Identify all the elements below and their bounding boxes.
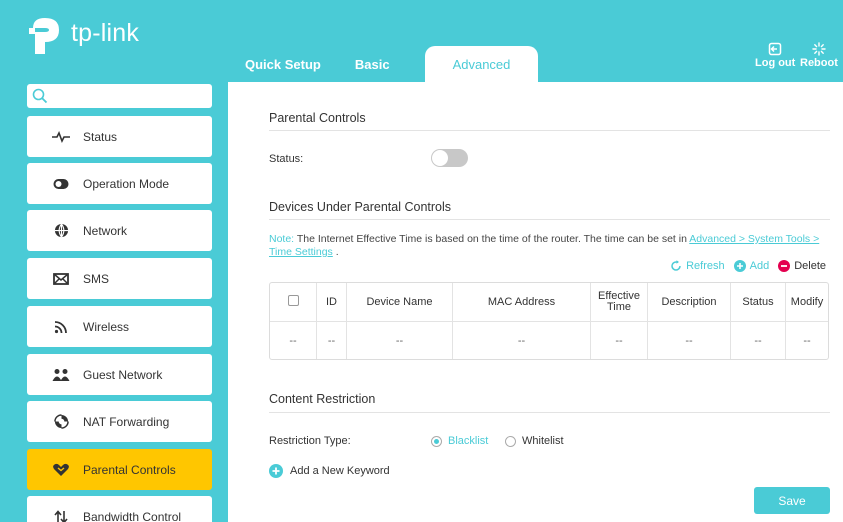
col-device-name: Device Name — [347, 283, 453, 322]
whitelist-radio[interactable]: Whitelist — [505, 435, 564, 447]
time-note: Note: The Internet Effective Time is bas… — [269, 233, 834, 259]
tp-link-logo: tp-link — [27, 16, 139, 56]
sidebar-item-bandwidth-control[interactable]: Bandwidth Control — [27, 496, 212, 522]
sidebar-item-wireless[interactable]: Wireless — [27, 306, 212, 347]
refresh-label: Refresh — [686, 260, 725, 272]
toggle-icon — [51, 176, 71, 192]
envelope-icon — [51, 271, 71, 287]
reboot-label: Reboot — [800, 57, 838, 69]
sidebar-item-network[interactable]: Network — [27, 210, 212, 251]
sidebar-search-input[interactable] — [27, 84, 212, 108]
sidebar-item-label: NAT Forwarding — [83, 414, 170, 429]
section-title-devices: Devices Under Parental Controls — [269, 200, 452, 214]
sidebar-item-parental-controls[interactable]: Parental Controls — [27, 449, 212, 490]
save-button[interactable]: Save — [754, 487, 830, 514]
col-mac-address: MAC Address — [453, 283, 591, 322]
sidebar-item-label: Parental Controls — [83, 462, 176, 477]
tab-quick-setup[interactable]: Quick Setup — [228, 46, 338, 82]
sidebar-item-label: Network — [83, 223, 128, 238]
delete-label: Delete — [794, 260, 826, 272]
refresh-icon — [671, 260, 681, 271]
table-cell: -- — [648, 322, 731, 359]
tab-advanced[interactable]: Advanced — [424, 46, 539, 82]
restriction-type-label: Restriction Type: — [269, 435, 351, 447]
heart-shield-icon — [51, 462, 71, 478]
toggle-knob — [432, 150, 448, 166]
blacklist-radio[interactable]: Blacklist — [431, 435, 488, 447]
parental-status-toggle[interactable] — [431, 149, 468, 167]
radio-dot — [505, 435, 516, 447]
status-label: Status: — [269, 153, 304, 165]
col-effective-time: Effective Time — [591, 283, 648, 322]
reboot-icon — [812, 42, 826, 56]
radio-dot — [431, 435, 442, 447]
sidebar-item-label: Operation Mode — [83, 176, 170, 191]
table-cell: -- — [591, 322, 648, 359]
nat-icon — [51, 414, 71, 430]
top-header: tp-link Quick Setup Basic Advanced Log o… — [0, 0, 843, 82]
add-keyword-button[interactable]: Add a New Keyword — [269, 464, 390, 478]
sidebar-item-label: SMS — [83, 271, 110, 286]
logo-text: tp-link — [71, 18, 140, 47]
globe-icon — [51, 223, 71, 239]
sidebar-item-status[interactable]: Status — [27, 116, 212, 157]
sidebar-item-sms[interactable]: SMS — [27, 258, 212, 299]
add-keyword-label: Add a New Keyword — [290, 465, 390, 477]
wifi-icon — [51, 319, 71, 335]
section-divider — [269, 219, 830, 220]
table-cell: -- — [803, 334, 811, 347]
table-header-row: ID Device Name MAC Address Effective Tim… — [270, 283, 828, 322]
section-title-content-restriction: Content Restriction — [269, 392, 376, 406]
tab-basic[interactable]: Basic — [338, 46, 407, 82]
col-id: ID — [317, 283, 347, 322]
sidebar-item-label: Wireless — [83, 319, 130, 334]
pulse-icon — [51, 129, 71, 145]
section-divider — [269, 412, 830, 413]
delete-button[interactable]: Delete — [778, 260, 826, 272]
table-cell: -- — [317, 322, 347, 359]
refresh-button[interactable]: Refresh — [670, 260, 725, 272]
sidebar-item-operation-mode[interactable]: Operation Mode — [27, 163, 212, 204]
tp-link-logo-mark — [29, 18, 59, 54]
col-description: Description — [648, 283, 731, 322]
section-divider — [269, 130, 830, 131]
search-icon — [32, 88, 48, 104]
col-status: Status — [731, 283, 786, 322]
table-cell: -- — [347, 322, 453, 359]
guests-icon — [51, 367, 71, 383]
select-all-checkbox[interactable] — [287, 295, 299, 306]
note-end: . — [335, 246, 339, 258]
table-row: -- -- -- -- -- -- -- -- — [270, 322, 828, 359]
delete-circle-icon — [778, 260, 791, 272]
add-circle-icon — [733, 260, 746, 272]
logout-label: Log out — [755, 57, 796, 69]
select-all-checkbox-cell — [270, 283, 317, 322]
add-button[interactable]: Add — [733, 260, 770, 272]
blacklist-label: Blacklist — [448, 435, 489, 447]
logout-button[interactable]: Log out — [755, 42, 795, 69]
table-cell: -- — [731, 322, 786, 359]
updown-arrows-icon — [51, 509, 71, 522]
sidebar-item-label: Bandwidth Control — [83, 509, 182, 522]
table-cell: -- — [453, 322, 591, 359]
col-modify: Modify — [786, 283, 828, 322]
devices-table: ID Device Name MAC Address Effective Tim… — [269, 282, 829, 360]
note-prefix: Note: — [269, 233, 295, 245]
main-content: Parental Controls Status: Devices Under … — [228, 82, 843, 522]
note-text: The Internet Effective Time is based on … — [296, 233, 687, 245]
sidebar-item-label: Guest Network — [83, 367, 163, 382]
table-actions: Refresh Add Delete — [661, 260, 826, 272]
logout-icon — [768, 42, 782, 56]
sidebar-item-guest-network[interactable]: Guest Network — [27, 354, 212, 395]
table-cell: -- — [270, 322, 317, 359]
sidebar-item-nat-forwarding[interactable]: NAT Forwarding — [27, 401, 212, 442]
section-title-parental-controls: Parental Controls — [269, 111, 366, 125]
sidebar-item-label: Status — [83, 129, 118, 144]
reboot-button[interactable]: Reboot — [800, 42, 838, 69]
add-circle-icon — [269, 464, 283, 478]
sidebar: Status Operation Mode Network SMS Wirele… — [0, 82, 228, 522]
main-tabs: Quick Setup Basic Advanced — [228, 46, 539, 82]
whitelist-label: Whitelist — [522, 435, 564, 447]
add-label: Add — [749, 260, 770, 272]
